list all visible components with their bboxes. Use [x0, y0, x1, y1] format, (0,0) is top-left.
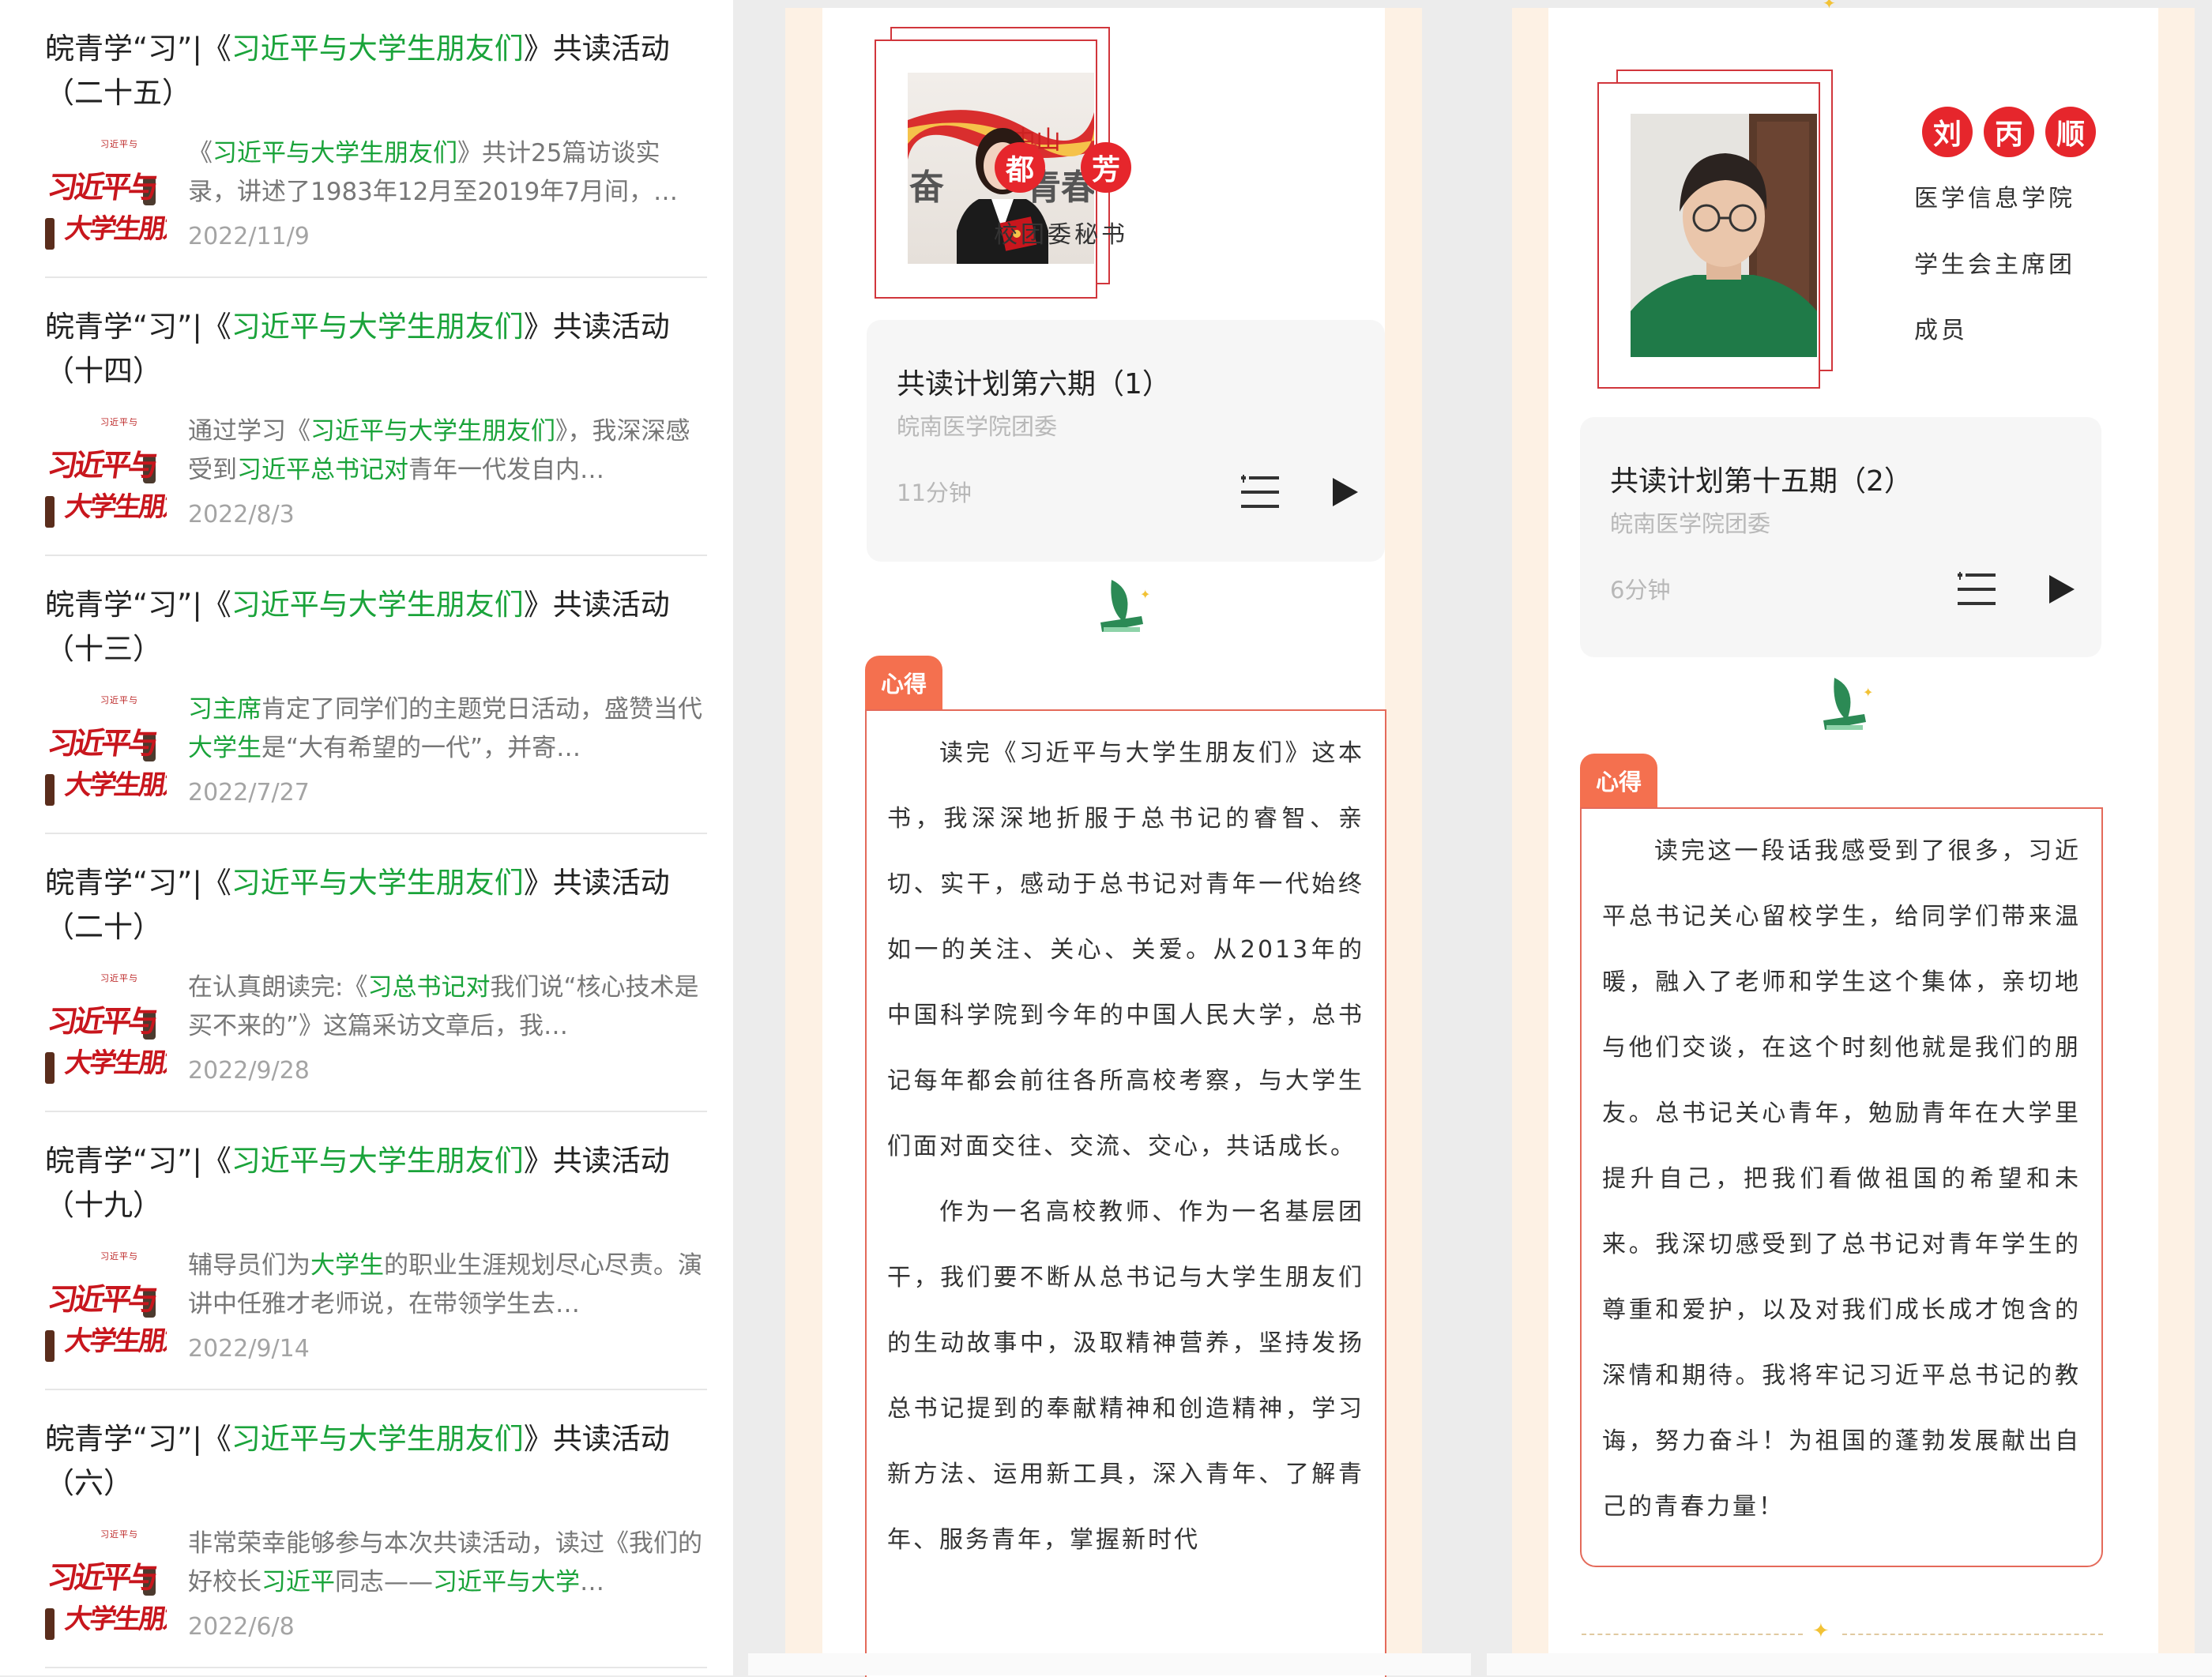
audio-duration: 6分钟: [1610, 577, 1671, 603]
article-title[interactable]: 皖青学“习”|《习近平与大学生朋友们》共读活动（六）: [45, 1417, 707, 1506]
bottom-bar: [748, 1653, 1471, 1675]
role-label: 校团委秘书: [994, 221, 1128, 249]
leaf-decoration-icon: ✦: [1823, 678, 1873, 730]
article-summary: 通过学习《习近平与大学生朋友们》，我深深感受到习近平总书记对青年一代发自内…: [188, 417, 690, 484]
name-char: 都: [995, 142, 1045, 193]
article-date: 2022/11/9: [188, 223, 310, 250]
article-summary: 《习近平与大学生朋友们》共计25篇访谈实录，讲述了1983年12月至2019年7…: [188, 139, 678, 206]
list-divider: [45, 1667, 707, 1668]
name-circles: 刘 丙 顺: [1922, 107, 2096, 157]
play-icon[interactable]: [1331, 476, 1360, 508]
audio-card[interactable]: 共读计划第十五期（2） 皖南医学院团委 6分钟: [1580, 417, 2101, 657]
sparkle-icon: ✦: [1823, 0, 1836, 13]
divider-dashes: [1842, 1634, 2103, 1635]
audio-org: 皖南医学院团委: [1610, 510, 1771, 537]
article-list-item[interactable]: 皖青学“习”|《习近平与大学生朋友们》共读活动（二十五） 习近平与 习近平与 大学生朋…: [45, 0, 707, 278]
sparkle-icon: ✦: [1812, 1619, 1830, 1643]
article-date: 2022/6/8: [188, 1613, 295, 1641]
xinde-paragraph: 读完这一段话我感受到了很多，习近平总书记关心留校学生，给同学们带来温暖，融入了老…: [1602, 837, 2081, 1521]
article-title[interactable]: 皖青学“习”|《习近平与大学生朋友们》共读活动（十三）: [45, 583, 707, 671]
article-thumbnail[interactable]: 习近平与 习近平与 大学生朋友: [45, 1525, 167, 1646]
article-title[interactable]: 皖青学“习”|《习近平与大学生朋友们》共读活动（二十）: [45, 861, 707, 949]
profile-panel-dufang: 中山 奋 青春 都 芳 校团委秘书 共读计划第六期（1） 皖南医学院团委 11分…: [748, 0, 1471, 1677]
article-list-item[interactable]: 皖青学“习”|《习近平与大学生朋友们》共读活动（十四） 习近平与 习近平与 大学生朋友…: [45, 278, 707, 556]
xinde-tag: 心得: [1580, 754, 1657, 807]
role-line: 成员: [1914, 317, 1968, 344]
name-char: 丙: [1984, 107, 2034, 157]
playlist-icon[interactable]: [1958, 572, 1997, 607]
play-icon[interactable]: [2048, 573, 2076, 605]
article-thumbnail[interactable]: 习近平与 习近平与 大学生朋友: [45, 1246, 167, 1368]
article-title[interactable]: 皖青学“习”|《习近平与大学生朋友们》共读活动（十九）: [45, 1139, 707, 1228]
article-date: 2022/9/14: [188, 1335, 310, 1363]
right-cream-strip: [1385, 8, 1422, 1675]
article-thumbnail[interactable]: 习近平与 习近平与 大学生朋友: [45, 968, 167, 1090]
article-list-item[interactable]: 皖青学“习”|《习近平与大学生朋友们》共读活动（二十） 习近平与 习近平与 大学生朋友…: [45, 834, 707, 1112]
article-list-panel: 皖青学“习”|《习近平与大学生朋友们》共读活动（二十五） 习近平与 习近平与 大学生朋…: [0, 0, 733, 1675]
name-char: 刘: [1922, 107, 1973, 157]
article-thumbnail[interactable]: 习近平与 习近平与 大学生朋友: [45, 134, 167, 256]
left-cream-strip: [1512, 8, 1548, 1675]
article-title[interactable]: 皖青学“习”|《习近平与大学生朋友们》共读活动（十四）: [45, 305, 707, 393]
divider-dashes: [1582, 1634, 1803, 1635]
article-list-item[interactable]: 皖青学“习”|《习近平与大学生朋友们》共读活动（十三） 习近平与 习近平与 大学生朋友…: [45, 556, 707, 834]
portrait-frame: [1597, 70, 1850, 392]
svg-text:✦: ✦: [1140, 587, 1150, 602]
left-cream-strip: [785, 8, 822, 1675]
article-thumbnail[interactable]: 习近平与 习近平与 大学生朋友: [45, 690, 167, 812]
audio-title: 共读计划第十五期（2）: [1610, 465, 1913, 498]
audio-card[interactable]: 共读计划第六期（1） 皖南医学院团委 11分钟: [867, 320, 1385, 562]
xinde-paragraph: 作为一名高校教师、作为一名基层团干，我们要不断从总书记与大学生朋友们的生动故事中…: [887, 1198, 1364, 1554]
leaf-decoration-icon: ✦: [1100, 580, 1150, 632]
article-date: 2022/7/27: [188, 779, 310, 807]
name-circles: 都 芳: [995, 142, 1131, 193]
audio-duration: 11分钟: [897, 479, 972, 506]
xinde-paragraph: 读完《习近平与大学生朋友们》这本书，我深深地折服于总书记的睿智、亲切、实干，感动…: [887, 739, 1364, 1160]
article-summary: 习主席肯定了同学们的主题党日活动，盛赞当代大学生是“大有希望的一代”，并寄…: [188, 695, 702, 762]
portrait-photo: [1631, 114, 1817, 357]
name-char: 芳: [1081, 142, 1131, 193]
profile-panel-liubingshun: ✦ 刘 丙 顺 医学信息学院 学生会主席团 成员 共读计划第十五期（2） 皖南医…: [1487, 0, 2212, 1675]
audio-title: 共读计划第六期（1）: [897, 368, 1171, 400]
article-summary: 辅导员们为大学生的职业生涯规划尽心尽责。演讲中任雅才老师说，在带领学生去…: [188, 1251, 702, 1318]
article-summary: 非常荣幸能够参与本次共读活动，读过《我们的好校长习近平同志——习近平与大学…: [188, 1529, 702, 1596]
role-line: 学生会主席团: [1914, 251, 2075, 279]
article-thumbnail[interactable]: 习近平与 习近平与 大学生朋友: [45, 412, 167, 534]
right-cream-strip: [2158, 8, 2195, 1675]
audio-org: 皖南医学院团委: [897, 413, 1058, 440]
article-date: 2022/8/3: [188, 501, 295, 528]
playlist-icon[interactable]: [1241, 475, 1281, 509]
banner-text-left: 奋: [909, 167, 944, 208]
article-date: 2022/9/28: [188, 1057, 310, 1085]
bottom-bar: [1487, 1653, 2212, 1675]
article-title[interactable]: 皖青学“习”|《习近平与大学生朋友们》共读活动（二十五）: [45, 27, 707, 115]
name-char: 顺: [2045, 107, 2096, 157]
xinde-box: 读完这一段话我感受到了很多，习近平总书记关心留校学生，给同学们带来温暖，融入了老…: [1580, 807, 2103, 1567]
article-list-item[interactable]: 皖青学“习”|《习近平与大学生朋友们》共读活动（十九） 习近平与 习近平与 大学生朋友…: [45, 1112, 707, 1390]
xinde-tag: 心得: [865, 656, 942, 709]
svg-text:✦: ✦: [1863, 685, 1873, 700]
article-summary: 在认真朗读完:《习总书记对我们说“核心技术是买不来的”》这篇采访文章后，我…: [188, 973, 699, 1040]
article-list-item[interactable]: 皖青学“习”|《习近平与大学生朋友们》共读活动（六） 习近平与 习近平与 大学生朋友非…: [45, 1390, 707, 1668]
role-line: 医学信息学院: [1914, 185, 2075, 212]
xinde-box: 读完《习近平与大学生朋友们》这本书，我深深地折服于总书记的睿智、亲切、实干，感动…: [865, 709, 1386, 1677]
